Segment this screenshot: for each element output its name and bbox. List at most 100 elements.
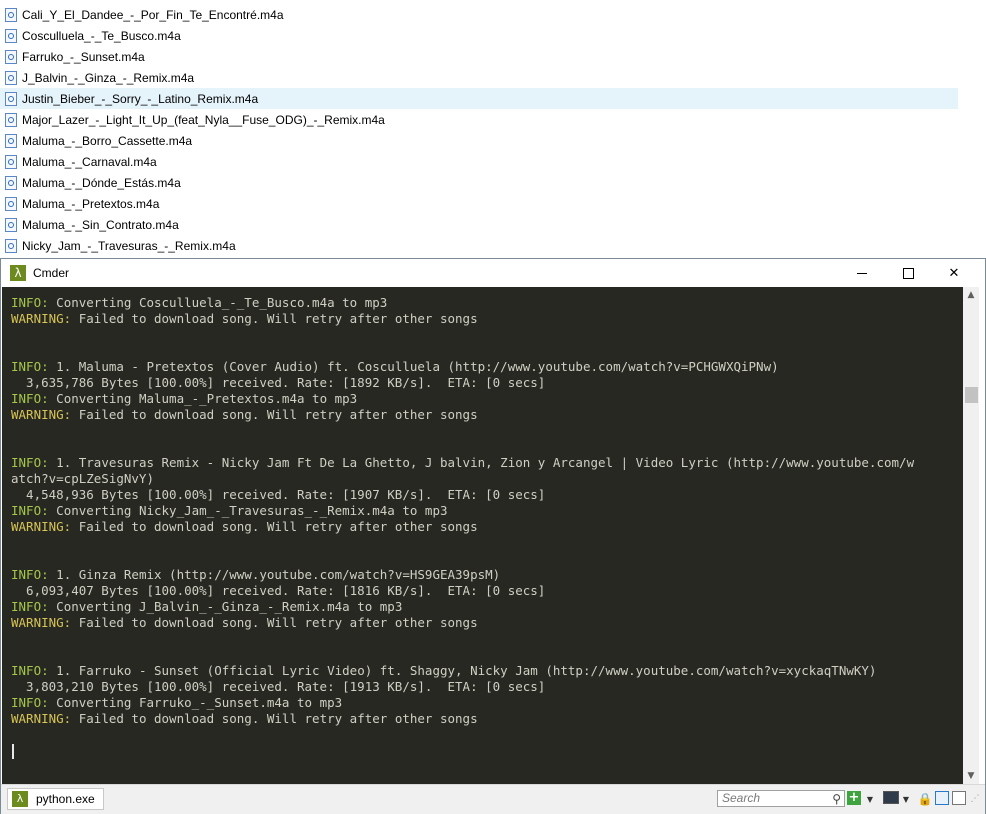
console-list-button[interactable] — [883, 791, 899, 804]
maximize-button[interactable] — [885, 259, 931, 287]
console-line-text: Converting Nicky_Jam_-_Travesuras_-_Remi… — [48, 503, 448, 518]
console-line: WARNING: Failed to download song. Will r… — [11, 615, 914, 631]
audio-file-icon — [5, 112, 17, 127]
lambda-icon: λ — [10, 265, 26, 281]
split-view-button[interactable] — [935, 791, 949, 805]
file-list-item[interactable]: Nicky_Jam_-_Travesuras_-_Remix.m4a — [0, 235, 236, 256]
new-console-dropdown[interactable]: ▼ — [865, 791, 875, 807]
lambda-icon: λ — [12, 791, 28, 807]
console-output[interactable]: INFO: Converting Cosculluela_-_Te_Busco.… — [2, 287, 963, 784]
chevron-down-icon: ▼ — [902, 794, 910, 804]
warning-tag: WARNING: — [11, 711, 72, 726]
resize-grip[interactable]: ⋰ — [970, 791, 980, 807]
info-tag: INFO: — [11, 567, 49, 582]
info-tag: INFO: — [11, 455, 49, 470]
console-line: 6,093,407 Bytes [100.00%] received. Rate… — [11, 583, 914, 599]
scroll-down-icon[interactable]: ▼ — [963, 768, 979, 784]
console-line: INFO: Converting J_Balvin_-_Ginza_-_Remi… — [11, 599, 914, 615]
title-bar[interactable]: λ Cmder ✕ — [1, 259, 985, 287]
file-list-item[interactable]: Maluma_-_Borro_Cassette.m4a — [0, 130, 192, 151]
new-console-button[interactable]: + — [847, 791, 861, 805]
console-line-text: 3,803,210 Bytes [100.00%] received. Rate… — [11, 679, 546, 694]
console-line-text: 1. Farruko - Sunset (Official Lyric Vide… — [48, 663, 877, 678]
console-line-text: 3,635,786 Bytes [100.00%] received. Rate… — [11, 375, 546, 390]
file-list-item[interactable]: Major_Lazer_-_Light_It_Up_(feat_Nyla__Fu… — [0, 109, 385, 130]
audio-file-icon — [5, 91, 17, 106]
cmder-window: λ Cmder ✕ INFO: Converting Cosculluela_-… — [0, 258, 986, 814]
minimize-icon — [857, 272, 867, 274]
audio-file-icon — [5, 175, 17, 190]
console-line: atch?v=cpLZeSigNvY) — [11, 471, 914, 487]
info-tag: INFO: — [11, 695, 49, 710]
info-tag: INFO: — [11, 663, 49, 678]
file-list-item[interactable]: Maluma_-_Carnaval.m4a — [0, 151, 157, 172]
tab-python[interactable]: λ python.exe — [7, 788, 104, 810]
console-line-text: 6,093,407 Bytes [100.00%] received. Rate… — [11, 583, 546, 598]
file-list-item[interactable]: Farruko_-_Sunset.m4a — [0, 46, 145, 67]
console-line-text: 1. Ginza Remix (http://www.youtube.com/w… — [48, 567, 501, 582]
text-cursor — [12, 744, 14, 759]
audio-file-icon — [5, 28, 17, 43]
minimize-button[interactable] — [839, 259, 885, 287]
info-tag: INFO: — [11, 295, 49, 310]
vertical-scrollbar[interactable]: ▲ ▼ — [963, 287, 979, 784]
console-line-text: Failed to download song. Will retry afte… — [71, 311, 478, 326]
scroll-up-icon[interactable]: ▲ — [963, 287, 979, 303]
console-line-text: atch?v=cpLZeSigNvY) — [11, 471, 154, 486]
console-line-text: Converting J_Balvin_-_Ginza_-_Remix.m4a … — [48, 599, 403, 614]
info-tag: INFO: — [11, 391, 49, 406]
chevron-down-icon: ▼ — [866, 794, 874, 804]
console-line: INFO: Converting Farruko_-_Sunset.m4a to… — [11, 695, 914, 711]
console-line: INFO: 1. Farruko - Sunset (Official Lyri… — [11, 663, 914, 679]
search-placeholder: Search — [722, 791, 761, 805]
plus-icon: + — [848, 790, 860, 805]
warning-tag: WARNING: — [11, 615, 72, 630]
maximize-icon — [902, 267, 914, 279]
console-line-text: Failed to download song. Will retry afte… — [71, 711, 478, 726]
console-line-text: Converting Farruko_-_Sunset.m4a to mp3 — [48, 695, 343, 710]
audio-file-icon — [5, 196, 17, 211]
file-list-item[interactable]: Maluma_-_Sin_Contrato.m4a — [0, 214, 179, 235]
audio-file-icon — [5, 49, 17, 64]
console-line: WARNING: Failed to download song. Will r… — [11, 407, 914, 423]
file-name: J_Balvin_-_Ginza_-_Remix.m4a — [22, 70, 195, 85]
file-list-item[interactable]: Maluma_-_Dónde_Estás.m4a — [0, 172, 181, 193]
file-list-item[interactable]: Justin_Bieber_-_Sorry_-_Latino_Remix.m4a — [0, 88, 958, 109]
console-line: WARNING: Failed to download song. Will r… — [11, 711, 914, 727]
console-line-text: Failed to download song. Will retry afte… — [71, 615, 478, 630]
console-line-text: 1. Travesuras Remix - Nicky Jam Ft De La… — [48, 455, 915, 470]
console-line: INFO: Converting Maluma_-_Pretextos.m4a … — [11, 391, 914, 407]
close-button[interactable]: ✕ — [931, 259, 977, 287]
lock-button[interactable]: 🔒 — [917, 791, 933, 807]
file-name: Maluma_-_Carnaval.m4a — [22, 154, 157, 169]
audio-file-icon — [5, 154, 17, 169]
file-list-item[interactable]: Cali_Y_El_Dandee_-_Por_Fin_Te_Encontré.m… — [0, 4, 284, 25]
console-line-text: Converting Cosculluela_-_Te_Busco.m4a to… — [48, 295, 388, 310]
info-tag: INFO: — [11, 503, 49, 518]
file-list-item[interactable]: Cosculluela_-_Te_Busco.m4a — [0, 25, 181, 46]
console-line: INFO: Converting Nicky_Jam_-_Travesuras_… — [11, 503, 914, 519]
tab-label: python.exe — [36, 792, 95, 806]
audio-file-icon — [5, 238, 17, 253]
settings-button[interactable] — [952, 791, 966, 805]
search-icon[interactable]: ⚲ — [832, 792, 841, 807]
file-list-item[interactable]: Maluma_-_Pretextos.m4a — [0, 193, 159, 214]
file-list-item[interactable]: J_Balvin_-_Ginza_-_Remix.m4a — [0, 67, 194, 88]
warning-tag: WARNING: — [11, 311, 72, 326]
console-line: INFO: 1. Travesuras Remix - Nicky Jam Ft… — [11, 455, 914, 471]
console-line: INFO: 1. Ginza Remix (http://www.youtube… — [11, 567, 914, 583]
console-line-text: Converting Maluma_-_Pretextos.m4a to mp3 — [48, 391, 358, 406]
info-tag: INFO: — [11, 599, 49, 614]
lock-icon: 🔒 — [917, 792, 933, 806]
info-tag: INFO: — [11, 359, 49, 374]
console-line-text: 1. Maluma - Pretextos (Cover Audio) ft. … — [48, 359, 779, 374]
console-list-dropdown[interactable]: ▼ — [901, 791, 911, 807]
scrollbar-thumb[interactable] — [965, 387, 978, 403]
file-name: Maluma_-_Pretextos.m4a — [22, 196, 160, 211]
search-input[interactable]: Search ⚲ — [717, 790, 845, 807]
console-line: 3,803,210 Bytes [100.00%] received. Rate… — [11, 679, 914, 695]
